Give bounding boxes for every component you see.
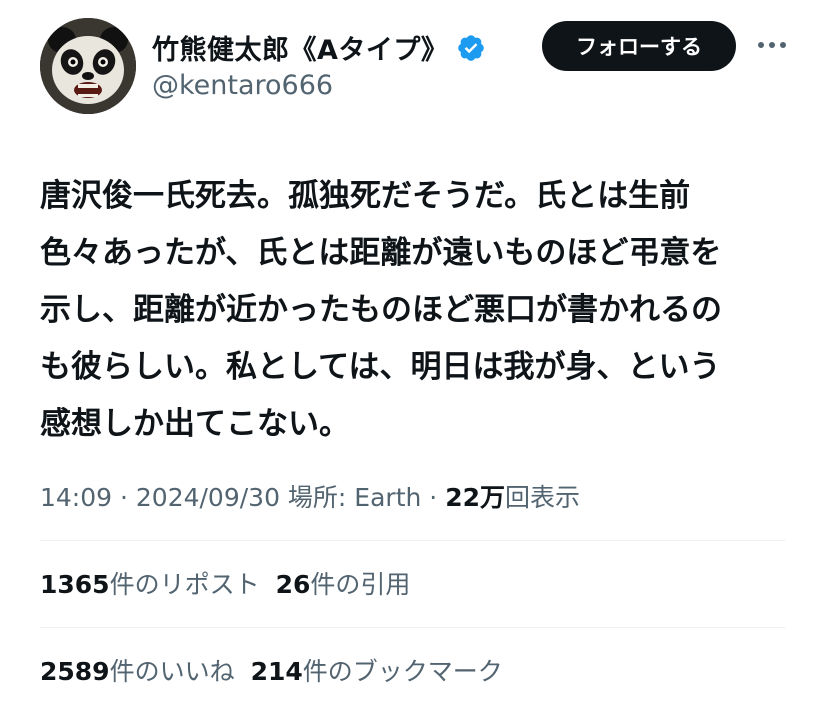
likes-count: 2589 [40,657,110,686]
meta-separator: · [421,483,446,512]
follow-button[interactable]: フォローする [542,21,736,71]
divider [40,540,786,541]
views-count: 22万 [445,483,505,512]
tweet-location: 場所: Earth [279,483,422,512]
tweet-line: 感想しか出てこない。 [40,406,350,442]
more-dot [758,42,764,48]
tweet-meta: 14:09 · 2024/09/30 場所: Earth · 22万回表示 [40,478,580,514]
reposts-link[interactable]: 1365件のリポスト [40,570,260,599]
reposts-count: 1365 [40,570,110,599]
display-name[interactable]: 竹熊健太郎《Aタイプ》 [152,28,448,67]
tweet-line: 示し、距離が近かったものほど悪口が書かれるの [40,292,722,328]
stats-row-reposts: 1365件のリポスト 26件の引用 [40,565,410,601]
reposts-label: 件のリポスト [109,570,260,599]
tweet-date[interactable]: 2024/09/30 [136,483,280,512]
stats-row-likes: 2589件のいいね 214件のブックマーク [40,652,503,688]
tweet-text: 唐沢俊一氏死去。孤独死だそうだ。氏とは生前 色々あったが、氏とは距離が遠いものほ… [40,168,790,453]
more-icon[interactable] [752,30,792,60]
quotes-label: 件の引用 [310,570,411,599]
tweet-line: 色々あったが、氏とは距離が遠いものほど弔意を [40,235,722,271]
divider [40,627,786,628]
views-label: 回表示 [504,483,580,512]
avatar[interactable] [40,18,136,114]
likes-label: 件のいいね [109,657,235,686]
panda-avatar-image [40,18,136,114]
verified-badge-icon[interactable] [456,33,486,63]
bookmarks-link[interactable]: 214件のブックマーク [251,657,503,686]
user-name-row: 竹熊健太郎《Aタイプ》 [152,28,486,67]
more-dot [780,42,786,48]
tweet-time[interactable]: 14:09 [40,483,112,512]
bookmarks-count: 214 [250,657,303,686]
user-handle[interactable]: @kentaro666 [152,70,333,101]
more-dot [769,42,775,48]
meta-separator: · [112,483,136,512]
likes-link[interactable]: 2589件のいいね [40,657,235,686]
tweet-line: も彼らしい。私としては、明日は我が身、という [40,349,721,385]
quotes-link[interactable]: 26件の引用 [276,570,411,599]
tweet-line: 唐沢俊一氏死去。孤独死だそうだ。氏とは生前 [40,178,691,214]
quotes-count: 26 [275,570,311,599]
bookmarks-label: 件のブックマーク [302,657,503,686]
